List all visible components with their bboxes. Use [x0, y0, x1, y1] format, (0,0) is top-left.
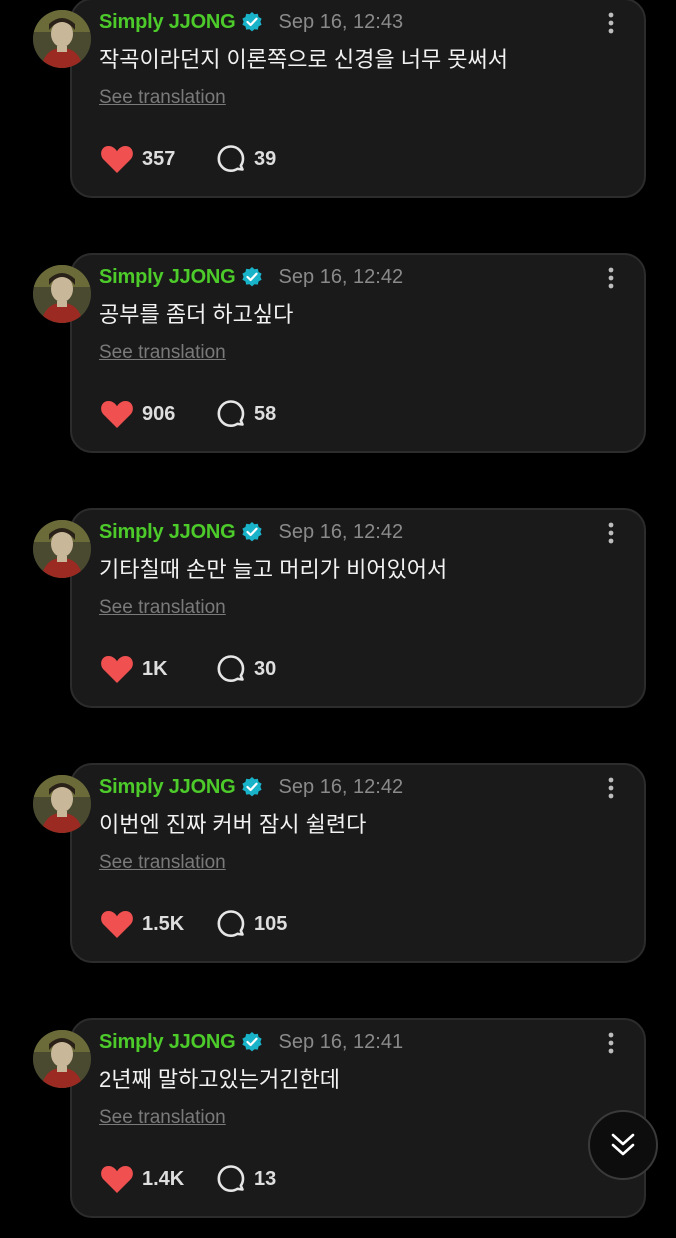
- avatar[interactable]: [33, 265, 91, 323]
- post-text: 작곡이라던지 이론쪽으로 신경을 너무 못써서: [99, 47, 509, 72]
- post-item: Simply JJONG Sep 16, 12:42 이번엔 진짜 커버 잠시 …: [0, 763, 676, 983]
- comment-bubble-icon: [217, 1165, 245, 1192]
- username[interactable]: Simply JJONG: [99, 266, 236, 289]
- post-item: Simply JJONG Sep 16, 12:42 공부를 좀더 하고싶다 S…: [0, 253, 676, 473]
- like-button[interactable]: 357: [100, 144, 216, 174]
- more-vertical-icon[interactable]: [596, 773, 626, 803]
- post-header: Simply JJONG Sep 16, 12:43: [99, 8, 403, 36]
- avatar[interactable]: [33, 775, 91, 833]
- post-actions: 1.4K 13: [100, 1162, 276, 1196]
- like-button[interactable]: 906: [100, 399, 216, 429]
- double-chevron-down-icon: [611, 1133, 635, 1156]
- more-vertical-icon[interactable]: [596, 263, 626, 293]
- see-translation-link[interactable]: See translation: [99, 1107, 226, 1129]
- avatar[interactable]: [33, 10, 91, 68]
- comment-count: 39: [254, 147, 277, 170]
- verified-badge-icon: [241, 521, 263, 543]
- post-timestamp: Sep 16, 12:41: [278, 1030, 404, 1053]
- verified-badge-icon: [241, 776, 263, 798]
- post-timestamp: Sep 16, 12:42: [278, 775, 404, 798]
- post-actions: 1.5K 105: [100, 907, 287, 941]
- heart-icon: [101, 401, 133, 428]
- comment-button[interactable]: 105: [216, 909, 287, 939]
- heart-icon: [101, 146, 133, 173]
- scroll-to-bottom-button[interactable]: [588, 1110, 658, 1180]
- verified-badge-icon: [241, 266, 263, 288]
- comment-button[interactable]: 30: [216, 654, 276, 684]
- comment-button[interactable]: 39: [216, 144, 276, 174]
- post-text: 공부를 좀더 하고싶다: [99, 302, 294, 327]
- like-button[interactable]: 1K: [100, 654, 216, 684]
- avatar[interactable]: [33, 1030, 91, 1088]
- comment-count: 105: [254, 912, 288, 935]
- like-count: 906: [142, 402, 176, 425]
- more-vertical-icon[interactable]: [596, 518, 626, 548]
- post-header: Simply JJONG Sep 16, 12:41: [99, 1028, 403, 1056]
- comment-bubble-icon: [217, 145, 245, 172]
- heart-icon: [101, 911, 133, 938]
- post-actions: 1K 30: [100, 652, 276, 686]
- post-item: Simply JJONG Sep 16, 12:41 2년째 말하고있는거긴한데…: [0, 1018, 676, 1238]
- post-text: 이번엔 진짜 커버 잠시 쉴련다: [99, 812, 367, 837]
- post-actions: 906 58: [100, 397, 276, 431]
- post-header: Simply JJONG Sep 16, 12:42: [99, 263, 403, 291]
- post-timestamp: Sep 16, 12:43: [278, 10, 404, 33]
- post-text: 기타칠때 손만 늘고 머리가 비어있어서: [99, 557, 448, 582]
- username[interactable]: Simply JJONG: [99, 1031, 236, 1054]
- post-item: Simply JJONG Sep 16, 12:43 작곡이라던지 이론쪽으로 …: [0, 0, 676, 218]
- comment-bubble-icon: [217, 400, 245, 427]
- more-vertical-icon[interactable]: [596, 8, 626, 38]
- username[interactable]: Simply JJONG: [99, 521, 236, 544]
- like-count: 1K: [142, 657, 168, 680]
- post-header: Simply JJONG Sep 16, 12:42: [99, 773, 403, 801]
- see-translation-link[interactable]: See translation: [99, 342, 226, 364]
- like-button[interactable]: 1.4K: [100, 1164, 216, 1194]
- like-count: 357: [142, 147, 176, 170]
- like-count: 1.4K: [142, 1167, 185, 1190]
- username[interactable]: Simply JJONG: [99, 11, 236, 34]
- comment-bubble-icon: [217, 910, 245, 937]
- like-button[interactable]: 1.5K: [100, 909, 216, 939]
- post-item: Simply JJONG Sep 16, 12:42 기타칠때 손만 늘고 머리…: [0, 508, 676, 728]
- post-actions: 357 39: [100, 142, 276, 176]
- see-translation-link[interactable]: See translation: [99, 852, 226, 874]
- post-timestamp: Sep 16, 12:42: [278, 520, 404, 543]
- verified-badge-icon: [241, 1031, 263, 1053]
- avatar[interactable]: [33, 520, 91, 578]
- comment-button[interactable]: 13: [216, 1164, 276, 1194]
- comment-count: 30: [254, 657, 277, 680]
- see-translation-link[interactable]: See translation: [99, 597, 226, 619]
- post-timestamp: Sep 16, 12:42: [278, 265, 404, 288]
- post-header: Simply JJONG Sep 16, 12:42: [99, 518, 403, 546]
- post-text: 2년째 말하고있는거긴한데: [99, 1067, 340, 1092]
- heart-icon: [101, 1166, 133, 1193]
- username[interactable]: Simply JJONG: [99, 776, 236, 799]
- post-feed: Simply JJONG Sep 16, 12:43 작곡이라던지 이론쪽으로 …: [0, 0, 676, 1218]
- see-translation-link[interactable]: See translation: [99, 87, 226, 109]
- comment-count: 58: [254, 402, 277, 425]
- verified-badge-icon: [241, 11, 263, 33]
- like-count: 1.5K: [142, 912, 185, 935]
- more-vertical-icon[interactable]: [596, 1028, 626, 1058]
- comment-count: 13: [254, 1167, 277, 1190]
- comment-bubble-icon: [217, 655, 245, 682]
- comment-button[interactable]: 58: [216, 399, 276, 429]
- heart-icon: [101, 656, 133, 683]
